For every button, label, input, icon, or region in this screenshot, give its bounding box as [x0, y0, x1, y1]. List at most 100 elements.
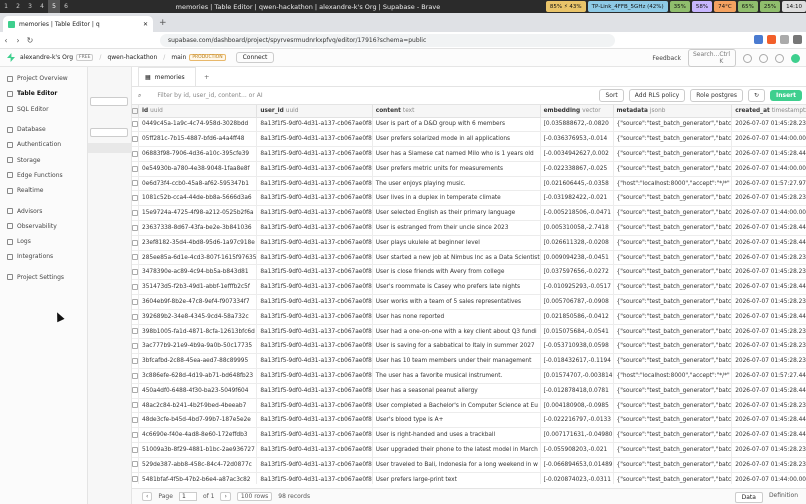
menu-icon[interactable]	[793, 35, 802, 44]
cell-metadata[interactable]: {"host":"localhost:8000","accept":"*/*"	[613, 368, 733, 384]
cell-metadata[interactable]: {"source":"test_batch_generator","batc	[613, 309, 733, 325]
branch-name[interactable]: main	[171, 54, 186, 61]
project-name[interactable]: qwen-hackathon	[107, 54, 157, 61]
back-icon[interactable]: ‹	[0, 36, 12, 45]
cell-content[interactable]: User had a one-on-one with a key client …	[372, 324, 541, 340]
table-row[interactable]: 4c6690e-f40e-4ad8-8e60-172effdb3 8a13f1f5…	[132, 427, 806, 444]
table-row[interactable]: 351473d5-f2b3-49d1-abbf-1efffb2c5f 8a13f1…	[132, 279, 806, 296]
cell-user-id[interactable]: 8a13f1f5-9df0-4d31-a137-cb067ae0f8	[256, 383, 373, 399]
cell-metadata[interactable]: {"source":"test_batch_generator","batc	[613, 117, 733, 133]
cell-content[interactable]: User plays ukulele at beginner level	[372, 235, 541, 251]
cell-user-id[interactable]: 8a13f1f5-9df0-4d31-a137-cb067ae0f8	[256, 398, 373, 414]
cell-content[interactable]: User upgraded their phone to the latest …	[372, 442, 541, 458]
cell-metadata[interactable]: {"source":"test_batch_generator","batc	[613, 472, 733, 484]
cell-created-at[interactable]: 2026-07-07 01:45:28.44698	[731, 427, 806, 444]
cell-user-id[interactable]: 8a13f1f5-9df0-4d31-a137-cb067ae0f8	[256, 294, 373, 310]
cell-created-at[interactable]: 2026-07-07 01:45:28.23608	[731, 353, 806, 370]
cell-embedding[interactable]: [-0.005218506,-0.0471	[540, 205, 614, 222]
cell-user-id[interactable]: 8a13f1f5-9df0-4d31-a137-cb067ae0f8	[256, 412, 373, 429]
column-header-created-at[interactable]: created_at timestamptz	[731, 105, 806, 118]
cell-id[interactable]: 0e6d73f4-ccb0-45a8-af62-595347b1	[138, 176, 258, 192]
cell-content[interactable]: User has 10 team members under their man…	[372, 353, 541, 370]
cell-created-at[interactable]: 2026-07-07 01:45:28.44698	[731, 383, 806, 399]
cell-id[interactable]: 15e9724a-4725-4f98-a212-0525b2f6a	[138, 205, 258, 222]
table-row[interactable]: 23ef8182-35d4-4bd8-95d6-1a97c918e 8a13f1f…	[132, 235, 806, 251]
cell-content[interactable]: User is estranged from their uncle since…	[372, 220, 541, 236]
cell-content[interactable]: User is saving for a sabbatical to Italy…	[372, 338, 541, 355]
workspace-6[interactable]: 6	[60, 0, 72, 13]
table-row[interactable]: 3604eb9f-8b2e-47c8-9ef4-f907334f7 8a13f1f…	[132, 294, 806, 310]
cell-metadata[interactable]: {"source":"test_batch_generator","batc	[613, 398, 733, 414]
cell-id[interactable]: 4c6690e-f40e-4ad8-8e60-172effdb3	[138, 427, 258, 444]
column-header-embedding[interactable]: embedding vector	[540, 105, 614, 118]
table-row[interactable]: 529de387-abb8-458c-84c4-72d0877c 8a13f1f5…	[132, 457, 806, 473]
cell-created-at[interactable]: 2026-07-07 01:45:28.23608	[731, 117, 806, 133]
cell-user-id[interactable]: 8a13f1f5-9df0-4d31-a137-cb067ae0f8	[256, 146, 373, 162]
cell-user-id[interactable]: 8a13f1f5-9df0-4d31-a137-cb067ae0f8	[256, 220, 373, 236]
cell-user-id[interactable]: 8a13f1f5-9df0-4d31-a137-cb067ae0f8	[256, 190, 373, 207]
column-header-user-id[interactable]: user_id uuid	[256, 105, 373, 118]
cell-content[interactable]: User's blood type is A+	[372, 412, 541, 429]
cell-embedding[interactable]: [0.007171631,-0.04980	[540, 427, 614, 444]
cell-user-id[interactable]: 8a13f1f5-9df0-4d31-a137-cb067ae0f8	[256, 309, 373, 325]
cell-user-id[interactable]: 8a13f1f5-9df0-4d31-a137-cb067ae0f8	[256, 176, 373, 192]
cell-user-id[interactable]: 8a13f1f5-9df0-4d31-a137-cb067ae0f8	[256, 472, 373, 484]
workspace-2[interactable]: 2	[12, 0, 24, 13]
cell-id[interactable]: 48ac2c84-b241-4b2f-9bed-4beeab7	[138, 398, 258, 414]
cell-id[interactable]: 0e54930b-a780-4e38-9048-1faa8e8f	[138, 161, 258, 177]
cell-embedding[interactable]: [-0.055908203,-0.021	[540, 442, 614, 458]
cell-embedding[interactable]: [0.005706787,-0.0908	[540, 294, 614, 310]
cell-metadata[interactable]: {"host":"localhost:8000","accept":"*/*"	[613, 176, 733, 192]
table-row[interactable]: 48de3cfe-b45d-4bd7-99b7-187e5e2e 8a13f1f5…	[132, 412, 806, 429]
sidebar-item-database[interactable]: Database	[0, 122, 87, 137]
cell-metadata[interactable]: {"source":"test_batch_generator","batc	[613, 294, 733, 310]
cell-embedding[interactable]: [-0.020874023,-0.0311	[540, 472, 614, 484]
cell-content[interactable]: User started a new job at Nimbus Inc as …	[372, 250, 541, 266]
table-row[interactable]: 3ac777b9-21e9-4b9a-9a0b-50c17735 8a13f1f5…	[132, 338, 806, 355]
cell-embedding[interactable]: [-0.018432617,-0.1194	[540, 353, 614, 370]
cell-id[interactable]: 398b1005-fa1d-4871-8cfa-12613bfc6d	[138, 324, 258, 340]
cell-user-id[interactable]: 8a13f1f5-9df0-4d31-a137-cb067ae0f8	[256, 161, 373, 177]
cell-created-at[interactable]: 2026-07-07 01:44:00.00992	[731, 161, 806, 177]
cell-created-at[interactable]: 2026-07-07 01:45:28.23608	[731, 294, 806, 310]
avatar[interactable]	[791, 53, 800, 63]
cell-content[interactable]: User prefers large-print text	[372, 472, 541, 484]
sidebar-item-project-overview[interactable]: Project Overview	[0, 71, 87, 86]
cell-created-at[interactable]: 2026-07-07 01:45:28.23608	[731, 398, 806, 414]
cell-created-at[interactable]: 2026-07-07 01:44:00.00992	[731, 472, 806, 484]
cell-user-id[interactable]: 8a13f1f5-9df0-4d31-a137-cb067ae0f8	[256, 324, 373, 340]
sidebar-item-integrations[interactable]: Integrations	[0, 249, 87, 264]
table-row[interactable]: 05ff281c-7b15-4887-bfd6-a4a4ff48 8a13f1f5…	[132, 131, 806, 148]
column-header-metadata[interactable]: metadata jsonb	[613, 105, 733, 118]
cell-user-id[interactable]: 8a13f1f5-9df0-4d31-a137-cb067ae0f8	[256, 368, 373, 384]
cell-metadata[interactable]: {"source":"test_batch_generator","batc	[613, 250, 733, 266]
feedback-button[interactable]: Feedback	[652, 55, 681, 62]
org-name[interactable]: alexandre-k's Org	[20, 54, 73, 61]
cell-content[interactable]: The user has a favorite musical instrume…	[372, 368, 541, 384]
sidebar-item-edge-functions[interactable]: Edge Functions	[0, 168, 87, 183]
cell-created-at[interactable]: 2026-07-07 01:44:00.00992	[731, 131, 806, 148]
notifications-icon[interactable]	[759, 53, 768, 63]
extension-icon[interactable]	[754, 35, 763, 44]
sidebar-item-project-settings[interactable]: Project Settings	[0, 270, 87, 285]
cell-created-at[interactable]: 2026-07-07 01:45:28.23608	[731, 457, 806, 473]
cell-created-at[interactable]: 2026-07-07 01:45:28.44698	[731, 146, 806, 162]
cell-id[interactable]: 529de387-abb8-458c-84c4-72d0877c	[138, 457, 258, 473]
add-tab-icon[interactable]: +	[204, 73, 209, 81]
reload-icon[interactable]: ↻	[24, 36, 36, 45]
cell-metadata[interactable]: {"source":"test_batch_generator","batc	[613, 161, 733, 177]
add-rls-button[interactable]: Add RLS policy	[628, 89, 686, 102]
cell-content[interactable]: User prefers metric units for measuremen…	[372, 161, 541, 177]
cell-content[interactable]: User has a seasonal peanut allergy	[372, 383, 541, 399]
cell-user-id[interactable]: 8a13f1f5-9df0-4d31-a137-cb067ae0f8	[256, 131, 373, 148]
cell-metadata[interactable]: {"source":"test_batch_generator","batc	[613, 412, 733, 429]
cell-embedding[interactable]: [0.005310058,-2.7418	[540, 220, 614, 236]
cell-id[interactable]: 23ef8182-35d4-4bd8-95d6-1a97c918e	[138, 235, 258, 251]
tab-memories[interactable]: ▦ memories	[138, 67, 196, 86]
cell-embedding[interactable]: [-0.022338867,-0.025	[540, 161, 614, 177]
cell-created-at[interactable]: 2026-07-07 01:45:28.44698	[731, 220, 806, 236]
cell-id[interactable]: 3c886efe-628d-4d19-ab71-bd648fb23	[138, 368, 258, 384]
cell-metadata[interactable]: {"source":"test_batch_generator","batc	[613, 264, 733, 281]
cell-metadata[interactable]: {"source":"test_batch_generator","batc	[613, 442, 733, 458]
cell-id[interactable]: 51009a3b-8f29-4881-b1bc-2ae936727	[138, 442, 258, 458]
